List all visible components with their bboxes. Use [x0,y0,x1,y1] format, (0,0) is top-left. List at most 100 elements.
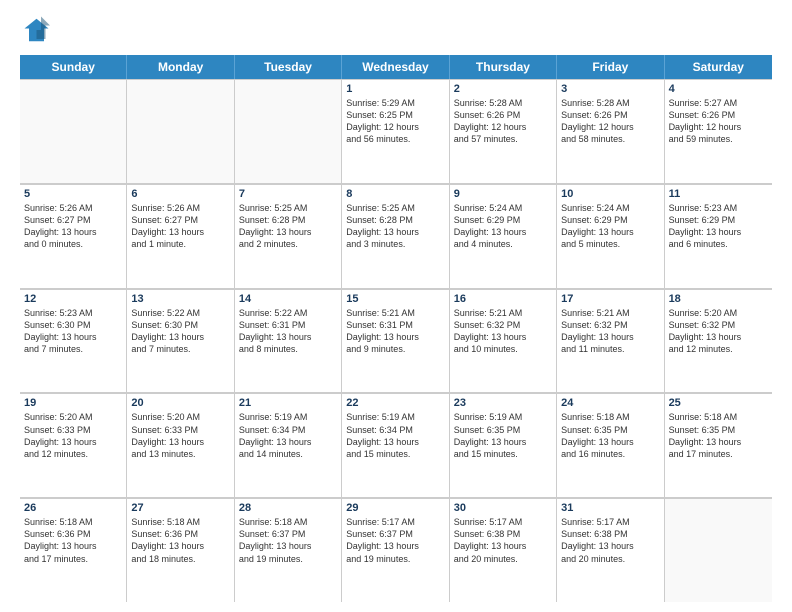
calendar: SundayMondayTuesdayWednesdayThursdayFrid… [20,55,772,602]
calendar-cell: 11Sunrise: 5:23 AM Sunset: 6:29 PM Dayli… [665,184,772,288]
calendar-cell: 4 Sunrise: 5:27 AM Sunset: 6:26 PM Daylig… [665,79,772,183]
day-info: Sunrise: 5:28 AM Sunset: 6:26 PM Dayligh… [454,97,552,146]
calendar-cell: 19 Sunrise: 5:20 AM Sunset: 6:33 PM Dayli… [20,393,127,497]
calendar-cell: 15Sunrise: 5:21 AM Sunset: 6:31 PM Dayli… [342,289,449,393]
day-info: Sunrise: 5:26 AM Sunset: 6:27 PM Dayligh… [24,202,122,251]
day-info: Sunrise: 5:20 AM Sunset: 6:33 PM Dayligh… [24,411,122,460]
day-info: Sunrise: 5:18 AM Sunset: 6:36 PM Dayligh… [131,516,229,565]
calendar-week-3: 12Sunrise: 5:23 AM Sunset: 6:30 PM Dayli… [20,289,772,394]
calendar-cell: 31 Sunrise: 5:17 AM Sunset: 6:38 PM Dayli… [557,498,664,602]
day-number: 3 [561,83,659,95]
calendar-cell: 26Sunrise: 5:18 AM Sunset: 6:36 PM Dayli… [20,498,127,602]
calendar-cell: 21 Sunrise: 5:19 AM Sunset: 6:34 PM Dayli… [235,393,342,497]
day-number: 8 [346,188,444,200]
day-info: Sunrise: 5:21 AM Sunset: 6:32 PM Dayligh… [561,307,659,356]
calendar-cell: 30 Sunrise: 5:17 AM Sunset: 6:38 PM Dayli… [450,498,557,602]
day-info: Sunrise: 5:19 AM Sunset: 6:35 PM Dayligh… [454,411,552,460]
calendar-cell: 23 Sunrise: 5:19 AM Sunset: 6:35 PM Dayli… [450,393,557,497]
calendar-cell: 5 Sunrise: 5:26 AM Sunset: 6:27 PM Daylig… [20,184,127,288]
day-info: Sunrise: 5:17 AM Sunset: 6:38 PM Dayligh… [561,516,659,565]
day-of-week-thursday: Thursday [450,55,557,79]
calendar-week-2: 5 Sunrise: 5:26 AM Sunset: 6:27 PM Daylig… [20,184,772,289]
calendar-cell: 20 Sunrise: 5:20 AM Sunset: 6:33 PM Dayli… [127,393,234,497]
calendar-cell: 9 Sunrise: 5:24 AM Sunset: 6:29 PM Daylig… [450,184,557,288]
day-of-week-sunday: Sunday [20,55,127,79]
day-number: 19 [24,397,122,409]
page: SundayMondayTuesdayWednesdayThursdayFrid… [0,0,792,612]
day-number: 27 [131,502,229,514]
day-number: 20 [131,397,229,409]
day-of-week-wednesday: Wednesday [342,55,449,79]
day-info: Sunrise: 5:20 AM Sunset: 6:33 PM Dayligh… [131,411,229,460]
calendar-cell: 8 Sunrise: 5:25 AM Sunset: 6:28 PM Daylig… [342,184,449,288]
day-info: Sunrise: 5:23 AM Sunset: 6:29 PM Dayligh… [669,202,768,251]
day-number: 18 [669,293,768,305]
day-number: 6 [131,188,229,200]
logo [20,15,54,45]
day-number: 7 [239,188,337,200]
day-info: Sunrise: 5:18 AM Sunset: 6:35 PM Dayligh… [561,411,659,460]
day-info: Sunrise: 5:18 AM Sunset: 6:36 PM Dayligh… [24,516,122,565]
day-of-week-saturday: Saturday [665,55,772,79]
day-number: 5 [24,188,122,200]
day-info: Sunrise: 5:20 AM Sunset: 6:32 PM Dayligh… [669,307,768,356]
header [20,15,772,45]
calendar-cell: 13 Sunrise: 5:22 AM Sunset: 6:30 PM Dayli… [127,289,234,393]
calendar-cell: 17Sunrise: 5:21 AM Sunset: 6:32 PM Dayli… [557,289,664,393]
day-info: Sunrise: 5:29 AM Sunset: 6:25 PM Dayligh… [346,97,444,146]
day-number: 31 [561,502,659,514]
day-number: 1 [346,83,444,95]
day-number: 22 [346,397,444,409]
day-number: 10 [561,188,659,200]
calendar-cell: 29 Sunrise: 5:17 AM Sunset: 6:37 PM Dayli… [342,498,449,602]
day-info: Sunrise: 5:21 AM Sunset: 6:32 PM Dayligh… [454,307,552,356]
day-number: 23 [454,397,552,409]
calendar-cell: 14 Sunrise: 5:22 AM Sunset: 6:31 PM Dayli… [235,289,342,393]
day-number: 12 [24,293,122,305]
calendar-cell: 1 Sunrise: 5:29 AM Sunset: 6:25 PM Daylig… [342,79,449,183]
calendar-cell [665,498,772,602]
day-of-week-friday: Friday [557,55,664,79]
day-number: 13 [131,293,229,305]
day-number: 16 [454,293,552,305]
day-info: Sunrise: 5:22 AM Sunset: 6:30 PM Dayligh… [131,307,229,356]
day-info: Sunrise: 5:19 AM Sunset: 6:34 PM Dayligh… [239,411,337,460]
day-number: 30 [454,502,552,514]
day-info: Sunrise: 5:22 AM Sunset: 6:31 PM Dayligh… [239,307,337,356]
calendar-body: 1 Sunrise: 5:29 AM Sunset: 6:25 PM Daylig… [20,79,772,602]
calendar-cell: 25Sunrise: 5:18 AM Sunset: 6:35 PM Dayli… [665,393,772,497]
calendar-cell: 28Sunrise: 5:18 AM Sunset: 6:37 PM Dayli… [235,498,342,602]
calendar-cell: 18 Sunrise: 5:20 AM Sunset: 6:32 PM Dayli… [665,289,772,393]
day-number: 14 [239,293,337,305]
day-info: Sunrise: 5:17 AM Sunset: 6:37 PM Dayligh… [346,516,444,565]
calendar-week-1: 1 Sunrise: 5:29 AM Sunset: 6:25 PM Daylig… [20,79,772,184]
day-info: Sunrise: 5:17 AM Sunset: 6:38 PM Dayligh… [454,516,552,565]
day-info: Sunrise: 5:25 AM Sunset: 6:28 PM Dayligh… [346,202,444,251]
day-info: Sunrise: 5:28 AM Sunset: 6:26 PM Dayligh… [561,97,659,146]
day-info: Sunrise: 5:18 AM Sunset: 6:35 PM Dayligh… [669,411,768,460]
day-number: 4 [669,83,768,95]
calendar-cell: 22 Sunrise: 5:19 AM Sunset: 6:34 PM Dayli… [342,393,449,497]
calendar-cell [235,79,342,183]
day-number: 2 [454,83,552,95]
day-info: Sunrise: 5:26 AM Sunset: 6:27 PM Dayligh… [131,202,229,251]
calendar-cell: 24 Sunrise: 5:18 AM Sunset: 6:35 PM Dayli… [557,393,664,497]
day-info: Sunrise: 5:27 AM Sunset: 6:26 PM Dayligh… [669,97,768,146]
calendar-cell [127,79,234,183]
calendar-cell: 27 Sunrise: 5:18 AM Sunset: 6:36 PM Dayli… [127,498,234,602]
calendar-cell: 3 Sunrise: 5:28 AM Sunset: 6:26 PM Daylig… [557,79,664,183]
day-number: 24 [561,397,659,409]
day-number: 28 [239,502,337,514]
day-number: 21 [239,397,337,409]
day-of-week-tuesday: Tuesday [235,55,342,79]
calendar-cell: 2 Sunrise: 5:28 AM Sunset: 6:26 PM Daylig… [450,79,557,183]
day-info: Sunrise: 5:25 AM Sunset: 6:28 PM Dayligh… [239,202,337,251]
calendar-cell: 7 Sunrise: 5:25 AM Sunset: 6:28 PM Daylig… [235,184,342,288]
day-info: Sunrise: 5:24 AM Sunset: 6:29 PM Dayligh… [454,202,552,251]
calendar-cell: 10Sunrise: 5:24 AM Sunset: 6:29 PM Dayli… [557,184,664,288]
day-number: 29 [346,502,444,514]
logo-icon [20,15,50,45]
day-info: Sunrise: 5:21 AM Sunset: 6:31 PM Dayligh… [346,307,444,356]
day-number: 9 [454,188,552,200]
day-info: Sunrise: 5:19 AM Sunset: 6:34 PM Dayligh… [346,411,444,460]
